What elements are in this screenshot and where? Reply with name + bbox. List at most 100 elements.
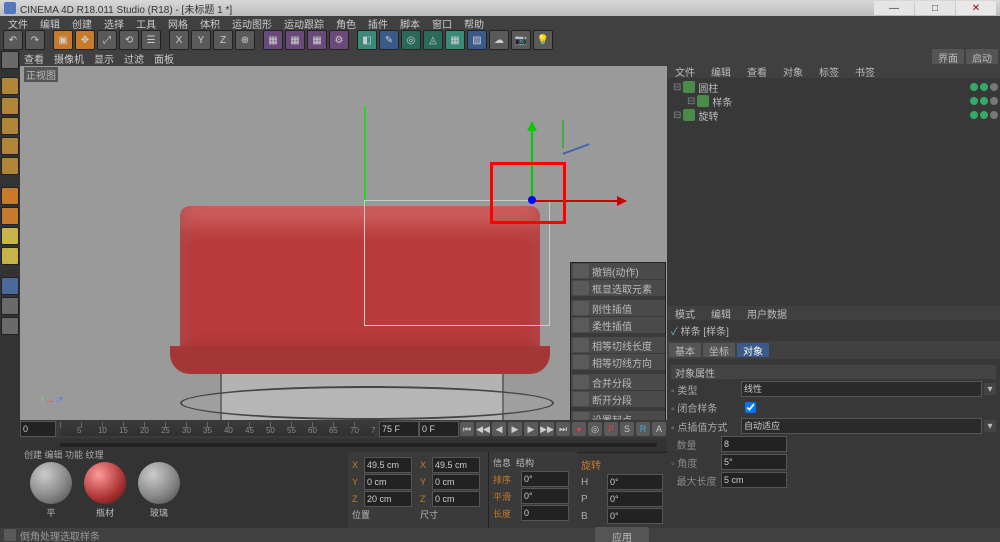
autokey-button[interactable]: ◎ [588,422,602,436]
key-pos-button[interactable]: P [604,422,618,436]
lock-y-button[interactable]: Y [191,30,211,50]
move-tool[interactable]: ✥ [75,30,95,50]
array-button[interactable]: ▦ [445,30,465,50]
pos-x[interactable] [364,457,412,473]
chevron-down-icon[interactable]: ▾ [984,383,996,395]
tree-item[interactable]: ⊟圆柱 [669,80,998,94]
ctx-item[interactable]: 相等切线长度 [571,337,665,354]
rot-p[interactable] [607,491,663,507]
ctx-item[interactable]: 合并分段 [571,374,665,391]
environment-button[interactable]: ☁ [489,30,509,50]
attr-sub-coord[interactable]: 坐标 [703,343,735,357]
vp-camera-menu[interactable]: 摄像机 [54,51,84,66]
menu-create[interactable]: 创建 [66,16,98,31]
texture-mode-button[interactable] [1,97,19,115]
timeline-start[interactable] [20,421,56,437]
make-editable-button[interactable] [1,51,19,69]
ctx-item[interactable]: 刚性插值 [571,300,665,317]
size-y[interactable] [432,474,480,490]
close-button[interactable]: ✕ [956,1,996,15]
material-1[interactable]: 平 [27,462,75,519]
rot-h[interactable] [607,474,663,490]
menu-mograph[interactable]: 运动图形 [226,16,278,31]
menu-select[interactable]: 选择 [98,16,130,31]
primitive-cube-button[interactable]: ◧ [357,30,377,50]
last-tool[interactable]: ☰ [141,30,161,50]
camera-button[interactable]: 📷 [511,30,531,50]
workplane-mode-button[interactable] [1,117,19,135]
vp-panel-menu[interactable]: 面板 [154,51,174,66]
axis-mode-button[interactable] [1,277,19,295]
uv-mode-button[interactable] [1,247,19,265]
deformer-button[interactable]: ▨ [467,30,487,50]
layout-tab-2[interactable]: 启动 [966,49,998,66]
edge-mode-button[interactable] [1,207,19,225]
pos-z[interactable] [364,491,412,507]
rot-apply-button[interactable]: 应用 [595,527,649,542]
tree-item[interactable]: ⊟旋转 [669,108,998,122]
goto-end-button[interactable]: ⏭ [556,422,570,436]
minimize-button[interactable]: — [874,1,914,15]
workplane-button[interactable] [1,317,19,335]
attr-close-check[interactable] [745,402,756,413]
attr-userdata[interactable]: 用户数据 [739,306,795,320]
attr-maxlen[interactable] [721,472,787,488]
ctx-item[interactable]: 撤销(动作) [571,263,665,280]
key-param-button[interactable]: A [652,422,666,436]
nurbs-button[interactable]: ◬ [423,30,443,50]
menu-script[interactable]: 脚本 [394,16,426,31]
tree-item[interactable]: ⊟样条 [669,94,998,108]
ctx-item[interactable]: 断开分段 [571,391,665,408]
select-tool[interactable]: ▣ [53,30,73,50]
om-bookmarks[interactable]: 书签 [847,64,883,78]
info-len[interactable] [521,505,569,521]
timeline-range-slider[interactable] [60,443,657,447]
ctx-item[interactable]: 柔性插值 [571,317,665,334]
menu-plugins[interactable]: 插件 [362,16,394,31]
info-tab1[interactable]: 信息 [493,458,511,468]
mat-tab-row[interactable]: 创建 编辑 功能 纹理 [24,448,104,461]
size-z[interactable] [432,491,480,507]
undo-button[interactable]: ↶ [3,30,23,50]
menu-window[interactable]: 窗口 [426,16,458,31]
light-button[interactable]: 💡 [533,30,553,50]
rotate-tool[interactable]: ⟲ [119,30,139,50]
point-mode-button[interactable] [1,187,19,205]
timeline-end[interactable] [379,421,419,437]
om-tags[interactable]: 标签 [811,64,847,78]
rot-b[interactable] [607,508,663,524]
om-object[interactable]: 对象 [775,64,811,78]
play-button[interactable]: ▶ [508,422,522,436]
key-rot-button[interactable]: R [636,422,650,436]
coord-size-button[interactable]: 尺寸 [420,508,484,521]
maximize-button[interactable]: □ [915,1,955,15]
om-view[interactable]: 查看 [739,64,775,78]
generator-button[interactable]: ◎ [401,30,421,50]
ctx-item[interactable]: 设置起点 [571,411,665,420]
attr-sub-object[interactable]: 对象 [737,343,769,357]
spline-pen-button[interactable]: ✎ [379,30,399,50]
om-file[interactable]: 文件 [667,64,703,78]
render-region-button[interactable]: ▦ [285,30,305,50]
material-3[interactable]: 玻璃 [135,462,183,519]
timeline-frame[interactable] [419,421,459,437]
attr-sub-basic[interactable]: 基本 [669,343,701,357]
ctx-item[interactable]: 相等切线方向 [571,354,665,371]
next-frame-button[interactable]: ▶ [524,422,538,436]
lock-x-button[interactable]: X [169,30,189,50]
attr-type-select[interactable]: 线性 [741,381,982,397]
snap-button[interactable] [1,297,19,315]
attr-edit[interactable]: 编辑 [703,306,739,320]
redo-button[interactable]: ↷ [25,30,45,50]
render-picture-button[interactable]: ▦ [307,30,327,50]
attr-interp-select[interactable]: 自动适应 [741,418,982,434]
menu-tracking[interactable]: 运动跟踪 [278,16,330,31]
prev-frame-button[interactable]: ◀ [492,422,506,436]
om-edit[interactable]: 编辑 [703,64,739,78]
context-menu[interactable]: 撤销(动作)框显选取元素刚性插值柔性插值相等切线长度相等切线方向合并分段断开分段… [570,262,666,420]
polygon-mode-button[interactable] [1,227,19,245]
menu-mesh[interactable]: 网格 [162,16,194,31]
menu-tools[interactable]: 工具 [130,16,162,31]
model-mode-button[interactable] [1,77,19,95]
key-scale-button[interactable]: S [620,422,634,436]
